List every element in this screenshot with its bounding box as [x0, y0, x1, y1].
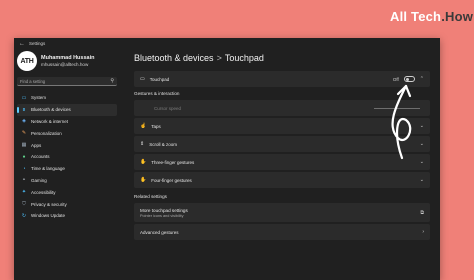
cursor-speed-label: Cursor speed: [154, 105, 182, 111]
sidebar-item-label: Network & internet: [31, 118, 69, 124]
tap-icon: ☝: [140, 123, 147, 129]
sidebar-item-accounts[interactable]: ● Accounts: [17, 151, 117, 163]
breadcrumb: Bluetooth & devices > Touchpad: [134, 53, 430, 67]
sidebar-item-label: System: [31, 95, 47, 101]
taps-label: Taps: [151, 123, 161, 129]
update-icon: ↻: [21, 212, 27, 219]
globe-clock-icon: ◔: [22, 165, 26, 172]
three-finger-icon: ✋: [140, 159, 147, 165]
sidebar-item-gaming[interactable]: ◓ Gaming: [17, 175, 117, 187]
person-icon: ●: [22, 153, 26, 160]
brush-icon: ✎: [21, 130, 27, 137]
sidebar-item-network[interactable]: ◈ Network & internet: [17, 116, 117, 128]
advanced-gestures-row[interactable]: Advanced gestures ›: [134, 224, 430, 240]
sidebar: ATH Muhammad Hussain mhussain@alltech.ho…: [14, 49, 128, 280]
title-bar: ← Settings: [14, 38, 440, 49]
sidebar-item-system[interactable]: ▭ System: [17, 92, 117, 104]
sidebar-item-label: Privacy & security: [31, 201, 67, 207]
window-title: Settings: [29, 41, 46, 46]
scroll-zoom-label: Scroll & zoom: [149, 141, 177, 147]
logo-text-main: All Tech: [390, 9, 442, 24]
logo-text-accent: .How: [441, 9, 474, 24]
sidebar-item-label: Accounts: [31, 154, 50, 160]
wifi-icon: ◈: [22, 118, 26, 125]
sidebar-item-label: Windows Update: [31, 213, 66, 219]
sidebar-item-label: Personalization: [31, 130, 62, 136]
advanced-gestures-label: Advanced gestures: [140, 229, 179, 235]
more-settings-subtitle: Pointer icons and visibility: [140, 213, 184, 218]
sidebar-item-label: Accessibility: [31, 189, 56, 195]
annotation-arrow-icon: [391, 84, 412, 160]
four-finger-row[interactable]: ✋ Four-finger gestures ⌄: [134, 172, 430, 188]
search-icon: ⚲: [110, 78, 114, 84]
touchpad-label: Touchpad: [149, 76, 170, 82]
gamepad-icon: ◓: [22, 177, 26, 184]
sidebar-item-personalization[interactable]: ✎ Personalization: [17, 127, 117, 139]
external-link-icon: ⧉: [420, 209, 424, 216]
more-touchpad-settings-row[interactable]: More touchpad settings Pointer icons and…: [134, 203, 430, 222]
breadcrumb-parent[interactable]: Bluetooth & devices: [134, 53, 214, 63]
three-finger-label: Three-finger gestures: [151, 159, 195, 165]
search-placeholder: Find a setting: [20, 78, 46, 84]
sidebar-item-time-language[interactable]: ◔ Time & language: [17, 163, 117, 175]
four-finger-icon: ✋: [140, 177, 147, 183]
sidebar-item-accessibility[interactable]: ✦ Accessibility: [17, 186, 117, 198]
apps-icon: ▦: [21, 142, 27, 149]
profile-email: mhussain@alltech.how: [41, 62, 89, 67]
touchpad-icon: ▭: [140, 76, 145, 82]
four-finger-label: Four-finger gestures: [151, 177, 192, 183]
sidebar-item-label: Time & language: [31, 166, 65, 172]
page-title: Touchpad: [224, 53, 264, 63]
sidebar-item-label: Bluetooth & devices: [31, 107, 71, 113]
scroll-icon: ⇕: [140, 141, 145, 147]
breadcrumb-separator: >: [216, 53, 222, 63]
sidebar-item-windows-update[interactable]: ↻ Windows Update: [17, 210, 117, 222]
shield-icon: ⛉: [22, 201, 26, 208]
user-profile[interactable]: ATH Muhammad Hussain mhussain@alltech.ho…: [17, 49, 128, 73]
sidebar-item-apps[interactable]: ▦ Apps: [17, 139, 117, 151]
monitor-icon: ▭: [21, 94, 27, 101]
accessibility-icon: ✦: [21, 189, 27, 196]
sidebar-item-bluetooth[interactable]: ʙ Bluetooth & devices: [17, 103, 117, 116]
section-label-related: Related settings: [134, 194, 167, 199]
sidebar-item-privacy[interactable]: ⛉ Privacy & security: [17, 198, 117, 210]
more-settings-title: More touchpad settings: [140, 207, 188, 213]
bluetooth-icon: ʙ: [22, 106, 26, 113]
profile-name: Muhammad Hussain: [41, 55, 95, 61]
sidebar-item-label: Apps: [31, 142, 42, 148]
chevron-right-icon[interactable]: ›: [422, 229, 424, 235]
sidebar-item-label: Gaming: [31, 177, 47, 183]
search-input[interactable]: Find a setting ⚲: [17, 77, 117, 86]
site-logo: All Tech.How: [390, 9, 473, 24]
chevron-down-icon[interactable]: ⌄: [420, 177, 424, 183]
back-arrow-icon[interactable]: ←: [19, 41, 25, 47]
avatar: ATH: [17, 51, 37, 71]
